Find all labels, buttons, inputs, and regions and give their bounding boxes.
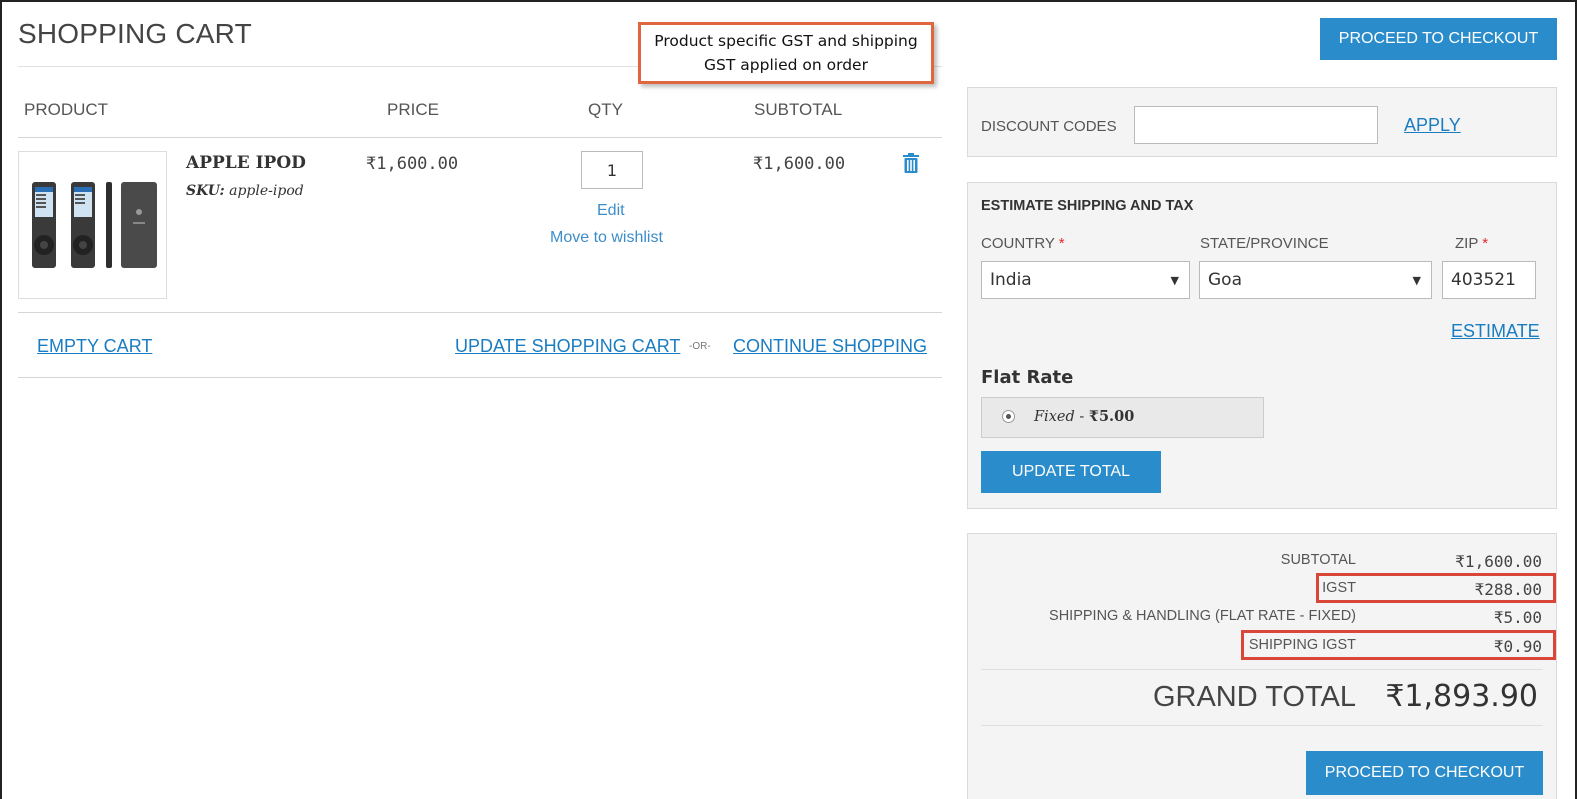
shipping-igst-value: ₹0.90 [1493,637,1542,656]
shipping-method-title: Flat Rate [981,367,1074,388]
grand-total-divider [981,725,1543,726]
required-asterisk: * [1058,235,1065,252]
subtotal-value: ₹1,600.00 [1455,552,1542,571]
update-total-button[interactable]: UPDATE TOTAL [981,451,1161,493]
shipping-igst-label: SHIPPING IGST [1248,637,1356,653]
col-header-price: PRICE [387,100,439,119]
annotation-callout: Product specific GST and shipping GST ap… [638,22,934,84]
country-label: COUNTRY * [981,235,1065,252]
state-label: STATE/PROVINCE [1200,235,1329,252]
col-header-subtotal: SUBTOTAL [754,100,843,119]
country-label-text: COUNTRY [981,235,1055,252]
discount-code-input[interactable] [1134,106,1378,144]
discount-label: DISCOUNT CODES [981,118,1117,135]
or-separator: -OR- [689,341,711,352]
continue-shopping-link[interactable]: CONTINUE SHOPPING [733,336,927,357]
required-asterisk: * [1482,235,1489,252]
igst-label: IGST [1322,580,1356,596]
proceed-to-checkout-bottom-button[interactable]: PROCEED TO CHECKOUT [1306,751,1543,795]
apply-discount-link[interactable]: APPLY [1404,115,1461,136]
state-select[interactable]: Goa ▼ [1199,261,1432,299]
update-shopping-cart-link[interactable]: UPDATE SHOPPING CART [455,336,680,357]
country-select[interactable]: India ▼ [981,261,1190,299]
item-price: ₹1,600.00 [366,154,459,174]
item-subtotal: ₹1,600.00 [753,154,846,174]
zip-label-text: ZIP [1455,235,1479,252]
edit-item-link[interactable]: Edit [597,202,625,220]
shipping-handling-value: ₹5.00 [1493,608,1542,627]
actions-divider [18,377,942,378]
chevron-down-icon: ▼ [1170,274,1179,287]
header-divider [18,137,942,138]
proceed-to-checkout-top-button[interactable]: PROCEED TO CHECKOUT [1320,18,1557,60]
totals-divider [981,669,1543,670]
shipping-method-name: Fixed [1034,409,1075,425]
ipod-product-image [32,182,157,268]
product-name[interactable]: APPLE IPOD [186,153,306,173]
shipping-method-price: ₹5.00 [1088,408,1135,425]
shipping-method-label: Fixed - ₹5.00 [1034,408,1135,425]
country-value: India [990,270,1032,290]
qty-input[interactable]: 1 [581,151,643,189]
sku-value: apple-ipod [229,183,304,199]
empty-cart-link[interactable]: EMPTY CART [37,336,152,357]
zip-input[interactable]: 403521 [1442,261,1536,299]
zip-label: ZIP * [1455,235,1488,252]
move-to-wishlist-link[interactable]: Move to wishlist [550,229,663,247]
callout-line-1: Product specific GST and shipping [654,32,918,50]
page-title: SHOPPING CART [18,18,252,49]
chevron-down-icon: ▼ [1412,274,1421,287]
item-divider [18,312,942,313]
subtotal-label: SUBTOTAL [1280,552,1356,568]
col-header-product: PRODUCT [24,100,109,119]
radio-button[interactable] [1002,410,1015,423]
callout-line-2: GST applied on order [704,56,868,74]
estimate-link[interactable]: ESTIMATE [1451,321,1540,342]
trash-icon[interactable] [902,153,920,178]
shipping-method-option[interactable]: Fixed - ₹5.00 [981,397,1264,438]
product-sku: SKU: apple-ipod [186,183,304,199]
grand-total-value: ₹1,893.90 [1385,679,1538,714]
estimate-shipping-heading: ESTIMATE SHIPPING AND TAX [981,198,1194,214]
product-thumbnail[interactable] [18,151,167,299]
igst-value: ₹288.00 [1474,580,1542,599]
col-header-qty: QTY [588,100,623,119]
grand-total-label: GRAND TOTAL [1152,681,1356,713]
state-value: Goa [1208,270,1242,290]
shipping-handling-label: SHIPPING & HANDLING (FLAT RATE - FIXED) [1049,608,1356,624]
sku-label: SKU: [186,183,225,199]
